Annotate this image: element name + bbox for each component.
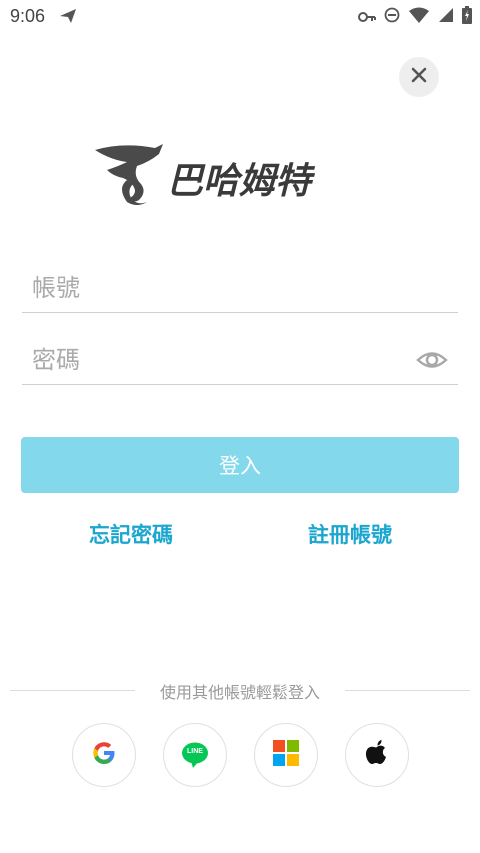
social-login-caption: 使用其他帳號輕鬆登入 [159,683,320,702]
close-icon [411,67,427,87]
forgot-password-link[interactable]: 忘記密碼 [89,519,173,549]
login-screen: 9:06 巴哈姆特 帳號 登入 忘記密碼 註冊帳號 使用其他帳號輕鬆登入 LIN… [0,0,480,853]
bahamut-logo: 巴哈姆特 [93,140,363,210]
line-login-button[interactable]: LINE [163,723,227,787]
wifi-icon [408,7,430,27]
apple-icon [365,739,389,771]
vpn-key-icon [358,8,376,27]
password-field-container [22,337,458,385]
apple-login-button[interactable] [345,723,409,787]
logo-text: 巴哈姆特 [167,161,312,202]
password-input[interactable] [32,343,412,377]
google-icon [91,740,117,770]
show-password-icon[interactable] [416,347,448,373]
divider-left [10,690,135,691]
google-login-button[interactable] [72,723,136,787]
microsoft-icon [273,740,299,770]
line-badge-text: LINE [187,748,203,755]
status-icons [358,6,472,28]
register-link[interactable]: 註冊帳號 [308,519,392,549]
dragon-icon [93,140,171,212]
send-icon [59,8,77,28]
microsoft-login-button[interactable] [254,723,318,787]
battery-charging-icon [462,6,472,28]
login-button[interactable]: 登入 [21,437,459,493]
status-bar: 9:06 [0,0,480,34]
divider-right [345,690,470,691]
do-not-disturb-icon [384,7,400,27]
close-button[interactable] [399,57,439,97]
status-time: 9:06 [10,6,46,26]
account-field-container [22,265,458,313]
signal-icon [438,7,454,27]
line-icon: LINE [181,741,209,769]
account-input[interactable] [32,271,412,305]
